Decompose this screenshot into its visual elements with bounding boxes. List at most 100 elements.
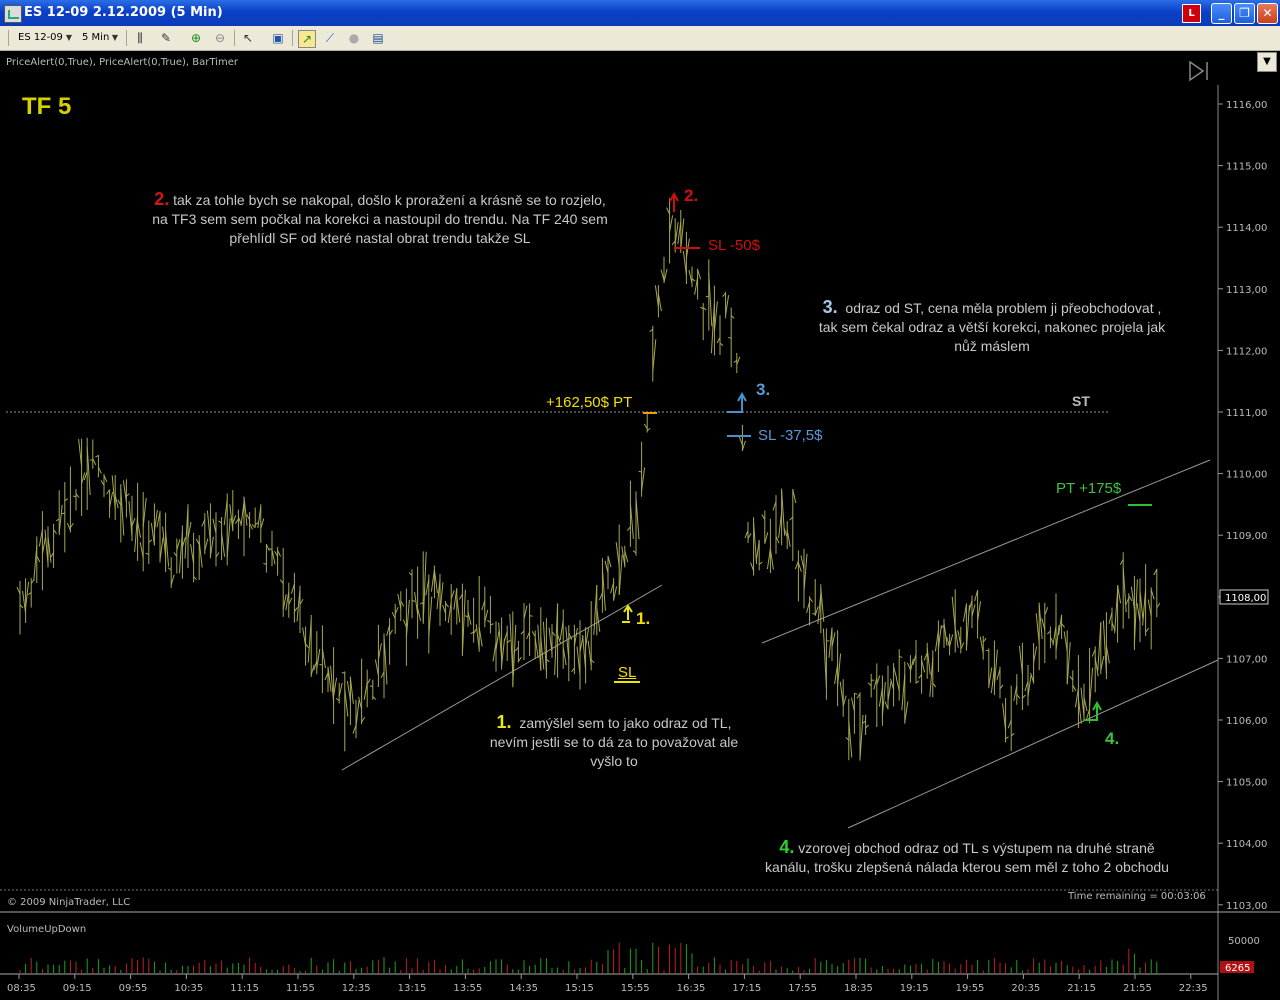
time-tick-label: 18:35 [844, 983, 873, 994]
time-tick-label: 17:15 [732, 983, 761, 994]
time-tick-label: 10:35 [174, 983, 203, 994]
data-series-icon[interactable]: ↗ [298, 30, 316, 48]
toolbar-separator [8, 30, 9, 46]
chevron-down-icon[interactable]: ▼ [1257, 52, 1277, 72]
time-tick-label: 12:35 [342, 983, 371, 994]
data-box-icon[interactable]: ▤ [370, 30, 386, 46]
annotation-1-line3: vyšlo to [590, 753, 638, 769]
zoom-in-icon[interactable]: ⊕ [188, 30, 204, 46]
price-tick-label: 1115,00 [1226, 162, 1267, 173]
annotation-1: 1. zamýšlel sem to jako odraz od TL, nev… [448, 713, 780, 771]
price-tick-label: 1103,00 [1226, 901, 1267, 912]
instrument-selector[interactable]: ES 12-09 [18, 29, 63, 47]
strategy-icon[interactable]: ● [346, 30, 362, 46]
pencil-icon[interactable]: ✎ [158, 30, 174, 46]
time-tick-label: 21:55 [1123, 983, 1152, 994]
zoom-out-icon[interactable]: ⊖ [212, 30, 228, 46]
price-tick-label: 1109,00 [1226, 531, 1267, 542]
annotation-4: 4. vzorovej obchod odraz od TL s výstupe… [730, 838, 1204, 877]
volume-current-label: 6265 [1225, 963, 1250, 974]
indicator-list: PriceAlert(0,True), PriceAlert(0,True), … [6, 57, 238, 68]
properties-icon[interactable]: ▣ [270, 30, 286, 46]
toolbar-separator [234, 30, 235, 46]
time-tick-label: 17:55 [788, 983, 817, 994]
current-price-label: 1108,00 [1225, 593, 1266, 604]
trade1-arrow-icon [623, 604, 633, 620]
price-tick-label: 1104,00 [1226, 839, 1267, 850]
annotation-3-line3: nůž máslem [954, 338, 1030, 354]
window-title: ES 12-09 2.12.2009 (5 Min) [24, 5, 223, 20]
maximize-button[interactable]: ❐ [1234, 3, 1255, 24]
annotation-3-line1: odraz od ST, cena měla problem ji přeobc… [845, 300, 1162, 316]
trade2-marker-label: 2. [684, 186, 699, 205]
time-tick-label: 11:15 [230, 983, 259, 994]
price-tick-label: 1106,00 [1226, 716, 1267, 727]
price-bar-open [638, 470, 642, 473]
annotation-3-line2: tak sem čekal odraz a větší korekci, nak… [818, 319, 1166, 335]
annotation-2-number: 2. [154, 189, 170, 209]
price-bar-open [341, 672, 345, 674]
trade1-marker-label: 1. [636, 609, 651, 628]
toolbar-separator [292, 30, 293, 46]
time-tick-label: 09:55 [119, 983, 148, 994]
time-tick-label: 20:35 [1011, 983, 1040, 994]
time-tick-label: 16:35 [677, 983, 706, 994]
collapse-panel-icon [1189, 60, 1208, 82]
chart-toolbar: ES 12-09 ▼ 5 Min ▼ ⫼ ✎ ⊕ ⊖ ↖ ▣ ↗ ⟋ ● ▤ [0, 26, 1280, 51]
annotation-3-number: 3. [822, 297, 838, 317]
trade1-profit-label: +162,50$ PT [546, 394, 633, 411]
volume-panel-label: VolumeUpDown [7, 924, 87, 935]
time-tick-label: 11:55 [286, 983, 315, 994]
trade2-arrow-icon [669, 191, 679, 212]
time-tick-label: 13:55 [453, 983, 482, 994]
link-button[interactable]: L [1182, 4, 1201, 23]
trade4-profit-label: PT +175$ [1056, 480, 1122, 497]
price-tick-label: 1107,00 [1226, 654, 1267, 665]
trade1-sl-label: SL [618, 664, 637, 681]
trade3-marker-label: 3. [756, 380, 771, 399]
price-tick-label: 1105,00 [1226, 778, 1267, 789]
annotation-2: 2. tak za tohle bych se nakopal, došlo k… [100, 190, 660, 248]
app-icon [4, 5, 22, 23]
time-tick-label: 15:15 [565, 983, 594, 994]
time-tick-label: 13:15 [398, 983, 427, 994]
time-remaining: Time remaining = 00:03:06 [1068, 891, 1206, 902]
indicators-icon[interactable]: ⟋ [322, 30, 338, 46]
price-tick-label: 1114,00 [1226, 223, 1267, 234]
minimize-button[interactable]: _ [1211, 3, 1232, 24]
price-tick-label: 1110,00 [1226, 470, 1267, 481]
annotation-1-line2: nevím jestli se to dá za to považovat al… [489, 734, 739, 750]
time-tick-label: 08:35 [7, 983, 36, 994]
annotation-1-number: 1. [496, 712, 512, 732]
annotation-4-line1: vzorovej obchod odraz od TL s výstupem n… [798, 840, 1155, 856]
cursor-icon[interactable]: ↖ [240, 30, 256, 46]
interval-selector[interactable]: 5 Min [82, 29, 109, 47]
time-tick-label: 09:15 [63, 983, 92, 994]
annotation-4-number: 4. [779, 837, 795, 857]
time-tick-label: 19:15 [900, 983, 929, 994]
annotation-2-line3: přehlídl SF od které nastal obrat trendu… [229, 230, 531, 246]
price-bar-close [529, 615, 533, 617]
chevron-down-icon[interactable]: ▼ [110, 30, 120, 46]
toolbar-separator [126, 30, 127, 46]
st-label: ST [1072, 393, 1090, 409]
price-bar-open [263, 563, 267, 565]
trade3-sl-label: SL -37,5$ [758, 427, 823, 444]
trade4-marker-label: 4. [1105, 729, 1120, 748]
trade2-sl-label: SL -50$ [708, 237, 760, 254]
price-bar-open [72, 495, 77, 498]
annotation-2-line1: tak za tohle bych se nakopal, došlo k pr… [173, 192, 606, 208]
chevron-down-icon[interactable]: ▼ [64, 30, 74, 46]
close-button[interactable]: ✕ [1257, 3, 1278, 24]
time-tick-label: 14:35 [509, 983, 538, 994]
time-tick-label: 22:35 [1179, 983, 1208, 994]
price-tick-label: 1113,00 [1226, 285, 1267, 296]
price-bar-close [854, 693, 858, 695]
copyright: © 2009 NinjaTrader, LLC [7, 897, 131, 908]
timeframe-label: TF 5 [22, 93, 72, 120]
annotation-4-line2: kanálu, trošku zlepšená nálada kterou se… [765, 859, 1169, 875]
price-tick-label: 1112,00 [1226, 346, 1267, 357]
window-title-bar: ES 12-09 2.12.2009 (5 Min) L _ ❐ ✕ [0, 0, 1280, 26]
time-tick-label: 19:55 [956, 983, 985, 994]
bar-style-icon[interactable]: ⫼ [132, 30, 148, 46]
